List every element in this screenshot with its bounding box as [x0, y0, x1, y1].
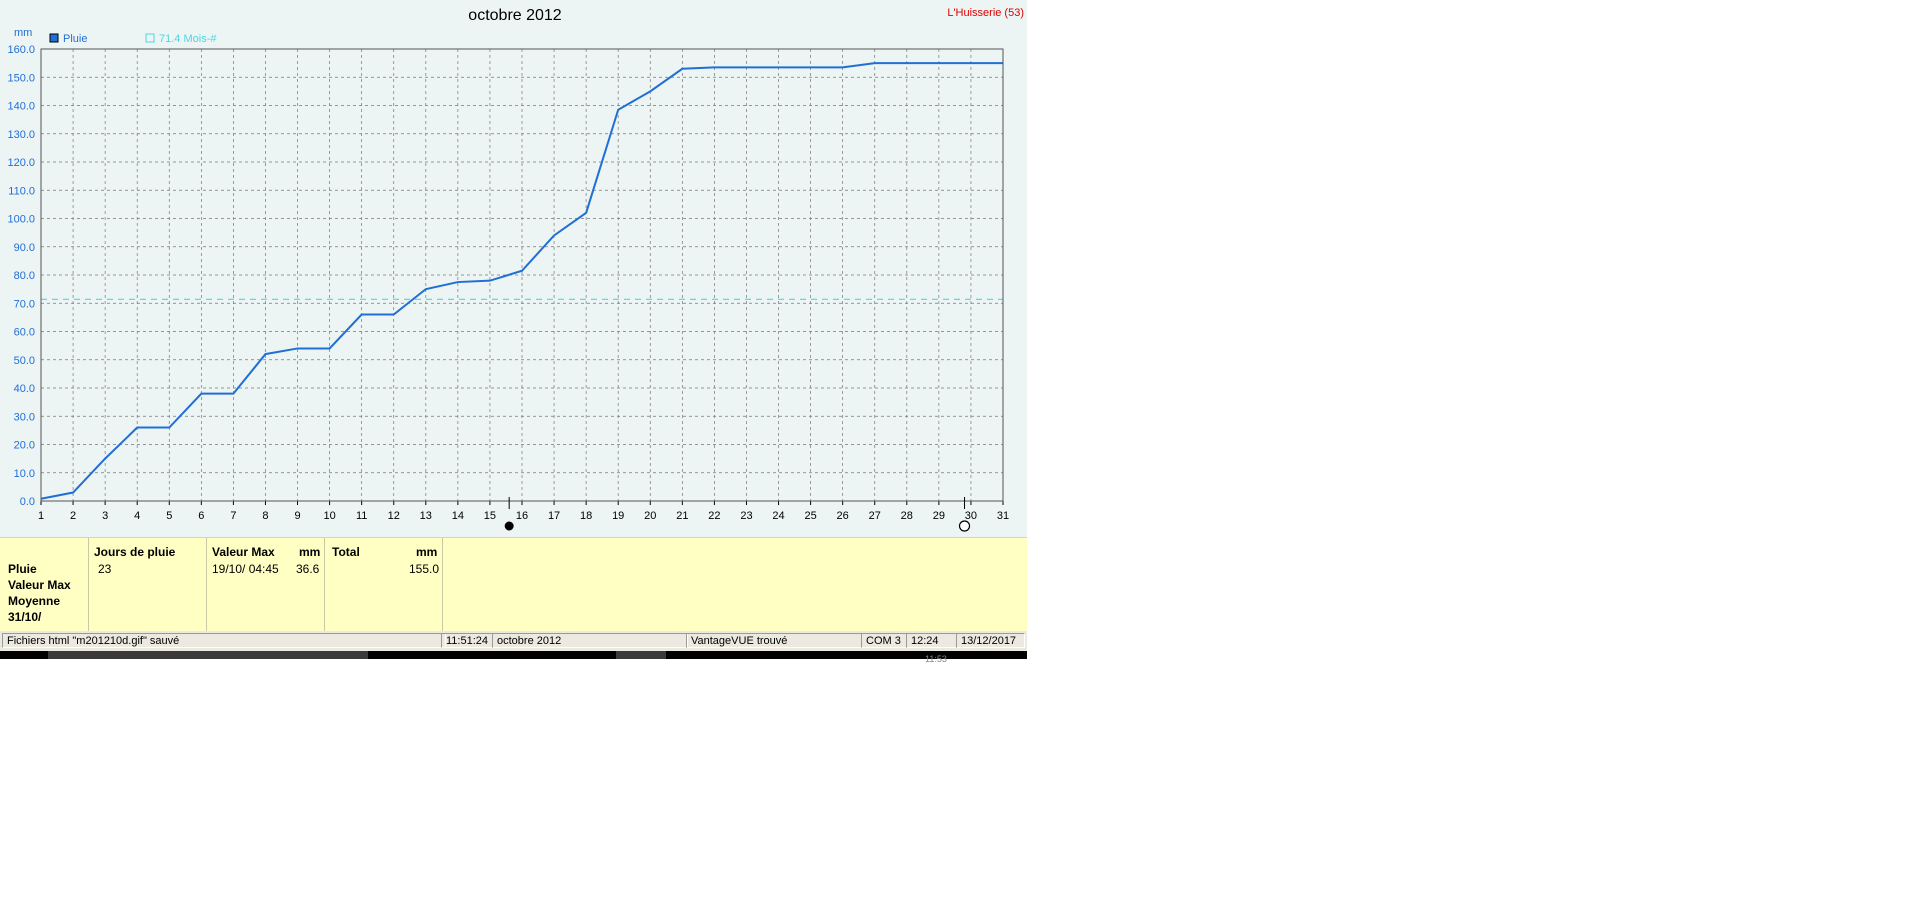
- chart-panel: octobre 2012 L'Huisserie (53) mm Pluie 7…: [0, 0, 1027, 537]
- x-tick-label: 27: [869, 510, 881, 522]
- x-tick-label: 21: [676, 510, 688, 522]
- jours-header: Jours de pluie: [94, 545, 176, 559]
- stats-empty-area: [442, 538, 1028, 631]
- y-tick-label: 70.0: [14, 298, 35, 310]
- row-label-valeur-max: Valeur Max: [8, 578, 71, 592]
- x-tick-label: 14: [452, 510, 464, 522]
- y-tick-label: 90.0: [14, 242, 35, 254]
- x-tick-label: 24: [772, 510, 784, 522]
- y-tick-label: 60.0: [14, 327, 35, 339]
- status-clock: 12:24: [906, 633, 957, 648]
- stats-row-labels: Pluie Valeur Max Moyenne 31/10/: [0, 538, 88, 631]
- y-tick-label: 110.0: [8, 185, 35, 197]
- legend-swatch-pluie: [49, 33, 59, 43]
- y-tick-label: 100.0: [7, 214, 35, 226]
- x-tick-label: 18: [580, 510, 592, 522]
- valmax-header: Valeur Max: [212, 545, 275, 559]
- valmax-value: 36.6: [296, 562, 320, 576]
- x-tick-label: 1: [38, 510, 44, 522]
- x-tick-label: 4: [134, 510, 140, 522]
- chart-title: octobre 2012: [468, 7, 562, 24]
- y-tick-label: 50.0: [14, 355, 35, 367]
- x-tick-label: 7: [230, 510, 236, 522]
- taskbar-item[interactable]: [48, 651, 368, 659]
- y-tick-label: 130.0: [7, 129, 35, 141]
- x-tick-label: 19: [612, 510, 624, 522]
- row-label-date: 31/10/: [8, 610, 42, 624]
- y-tick-label: 150.0: [7, 72, 35, 84]
- x-tick-label: 13: [420, 510, 432, 522]
- x-tick-label: 17: [548, 510, 560, 522]
- full-moon-icon: [958, 520, 971, 532]
- x-tick-label: 15: [484, 510, 496, 522]
- valmax-unit: mm: [299, 545, 321, 559]
- x-tick-label: 26: [837, 510, 849, 522]
- y-tick-label: 10.0: [14, 468, 35, 480]
- legend-swatch-average: [145, 33, 155, 43]
- x-tick-label: 2: [70, 510, 76, 522]
- status-port: COM 3: [861, 633, 907, 648]
- y-tick-label: 30.0: [14, 411, 35, 423]
- x-tick-label: 29: [933, 510, 945, 522]
- row-label-pluie: Pluie: [8, 562, 37, 576]
- legend-label-pluie: Pluie: [63, 33, 87, 45]
- x-tick-label: 8: [262, 510, 268, 522]
- total-value: 155.0: [409, 562, 440, 576]
- y-tick-label: 120.0: [7, 157, 35, 169]
- x-tick-label: 25: [804, 510, 816, 522]
- rain-chart: octobre 2012 L'Huisserie (53) mm Pluie 7…: [7, 7, 1024, 532]
- x-tick-labels: 1 2 3 4 5 6 7 8 9 10 11 12 13 14 15 16 17 18 19 20 21 22 23 24 2…: [38, 501, 1009, 522]
- total-unit: mm: [416, 545, 438, 559]
- new-moon-icon: [504, 521, 514, 531]
- stats-panel: Pluie Valeur Max Moyenne 31/10/ Jours de…: [0, 537, 1027, 631]
- x-tick-label: 6: [198, 510, 204, 522]
- x-tick-label: 16: [516, 510, 528, 522]
- x-tick-label: 30: [965, 510, 977, 522]
- grid: [40, 48, 1004, 502]
- x-tick-label: 3: [102, 510, 108, 522]
- x-tick-label: 23: [740, 510, 752, 522]
- y-tick-label: 80.0: [14, 270, 35, 282]
- row-label-moyenne: Moyenne: [8, 594, 61, 608]
- y-tick-label: 140.0: [7, 101, 35, 113]
- x-tick-label: 9: [294, 510, 300, 522]
- x-tick-label: 31: [997, 510, 1009, 522]
- x-tick-label: 22: [708, 510, 720, 522]
- stats-col-total: Total mm 155.0: [324, 538, 443, 631]
- status-time: 11:51:24: [441, 633, 493, 648]
- stats-col-valmax: Valeur Max mm 19/10/ 04:45 36.6: [206, 538, 325, 631]
- x-tick-label: 28: [901, 510, 913, 522]
- y-tick-label: 0.0: [20, 496, 35, 508]
- status-device: VantageVUE trouvé: [686, 633, 862, 648]
- x-tick-label: 10: [323, 510, 335, 522]
- legend: Pluie 71.4 Mois-#: [49, 33, 217, 45]
- jours-value: 23: [98, 562, 112, 576]
- legend-label-average: 71.4 Mois-#: [159, 33, 217, 45]
- stats-col-jours: Jours de pluie 23: [88, 538, 207, 631]
- taskbar: 11:53: [0, 651, 1027, 664]
- status-message: Fichiers html "m201210d.gif" sauvé: [2, 633, 446, 648]
- y-axis-unit: mm: [14, 27, 32, 39]
- y-tick-labels: 0.0 10.0 20.0 30.0 40.0 50.0 60.0 70.0 80.0 90.0 1…: [7, 44, 35, 508]
- x-tick-label: 20: [644, 510, 656, 522]
- taskbar-item[interactable]: [616, 651, 666, 659]
- valmax-date: 19/10/ 04:45: [212, 562, 279, 576]
- status-date: 13/12/2017: [956, 633, 1025, 648]
- taskbar-clock: 11:53: [925, 654, 947, 664]
- y-tick-label: 20.0: [14, 440, 35, 452]
- y-tick-label: 160.0: [7, 44, 35, 56]
- total-header: Total: [332, 545, 360, 559]
- x-tick-label: 12: [388, 510, 400, 522]
- y-tick-label: 40.0: [14, 383, 35, 395]
- status-period: octobre 2012: [492, 633, 688, 648]
- status-bar: Fichiers html "m201210d.gif" sauvé 11:51…: [0, 631, 1027, 651]
- x-tick-label: 5: [166, 510, 172, 522]
- station-name: L'Huisserie (53): [947, 7, 1024, 19]
- x-tick-label: 11: [356, 510, 367, 522]
